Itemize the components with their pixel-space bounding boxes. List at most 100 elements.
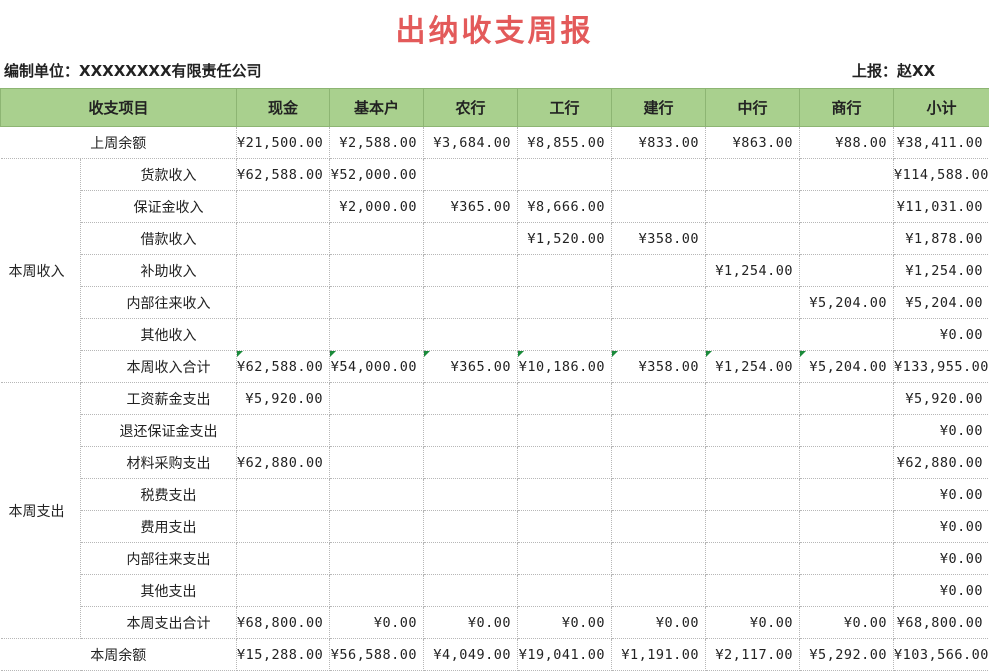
value-cell[interactable]: ¥0.00: [894, 415, 989, 447]
row-label[interactable]: 其他收入: [81, 319, 237, 351]
value-cell[interactable]: [612, 383, 706, 415]
value-cell[interactable]: ¥62,588.00: [237, 159, 330, 191]
value-cell[interactable]: ¥0.00: [894, 319, 989, 351]
value-cell[interactable]: [800, 511, 894, 543]
value-cell[interactable]: [706, 415, 800, 447]
value-cell[interactable]: [612, 511, 706, 543]
value-cell[interactable]: ¥8,666.00: [518, 191, 612, 223]
header-cell-cash[interactable]: 现金: [237, 89, 330, 127]
value-cell[interactable]: ¥1,878.00: [894, 223, 989, 255]
value-cell[interactable]: [424, 511, 518, 543]
value-cell[interactable]: [237, 543, 330, 575]
value-cell[interactable]: [800, 415, 894, 447]
value-cell[interactable]: [424, 319, 518, 351]
value-cell[interactable]: [706, 191, 800, 223]
value-cell[interactable]: [330, 447, 424, 479]
value-cell[interactable]: [706, 287, 800, 319]
value-cell[interactable]: ¥0.00: [894, 575, 989, 607]
value-cell[interactable]: [237, 255, 330, 287]
row-label[interactable]: 本周余额: [1, 639, 237, 671]
value-cell[interactable]: ¥68,800.00: [894, 607, 989, 639]
value-cell[interactable]: ¥5,292.00: [800, 639, 894, 671]
value-cell[interactable]: [706, 223, 800, 255]
value-cell[interactable]: ¥833.00: [612, 127, 706, 159]
value-cell[interactable]: [706, 383, 800, 415]
value-cell[interactable]: [800, 575, 894, 607]
row-label[interactable]: 上周余额: [1, 127, 237, 159]
value-cell[interactable]: [612, 287, 706, 319]
value-cell[interactable]: ¥19,041.00: [518, 639, 612, 671]
value-cell[interactable]: [800, 383, 894, 415]
value-cell[interactable]: ¥62,588.00: [237, 351, 330, 383]
value-cell[interactable]: ¥5,204.00: [894, 287, 989, 319]
value-cell[interactable]: [237, 511, 330, 543]
row-label[interactable]: 保证金收入: [81, 191, 237, 223]
row-label[interactable]: 货款收入: [81, 159, 237, 191]
value-cell[interactable]: [612, 479, 706, 511]
value-cell[interactable]: [424, 543, 518, 575]
value-cell[interactable]: [424, 255, 518, 287]
value-cell[interactable]: [518, 415, 612, 447]
value-cell[interactable]: [330, 543, 424, 575]
row-label[interactable]: 退还保证金支出: [81, 415, 237, 447]
header-cell-abc[interactable]: 农行: [424, 89, 518, 127]
header-cell-subtotal[interactable]: 小计: [894, 89, 989, 127]
value-cell[interactable]: ¥1,191.00: [612, 639, 706, 671]
value-cell[interactable]: ¥1,254.00: [894, 255, 989, 287]
value-cell[interactable]: ¥365.00: [424, 351, 518, 383]
value-cell[interactable]: [330, 287, 424, 319]
value-cell[interactable]: [237, 319, 330, 351]
value-cell[interactable]: ¥1,254.00: [706, 351, 800, 383]
row-label[interactable]: 工资薪金支出: [81, 383, 237, 415]
value-cell[interactable]: ¥0.00: [424, 607, 518, 639]
row-label[interactable]: 补助收入: [81, 255, 237, 287]
value-cell[interactable]: [424, 415, 518, 447]
value-cell[interactable]: ¥1,520.00: [518, 223, 612, 255]
value-cell[interactable]: [237, 479, 330, 511]
value-cell[interactable]: ¥10,186.00: [518, 351, 612, 383]
value-cell[interactable]: [518, 511, 612, 543]
value-cell[interactable]: [330, 255, 424, 287]
header-cell-basic[interactable]: 基本户: [330, 89, 424, 127]
value-cell[interactable]: [612, 255, 706, 287]
value-cell[interactable]: ¥38,411.00: [894, 127, 989, 159]
value-cell[interactable]: ¥68,800.00: [237, 607, 330, 639]
value-cell[interactable]: [424, 159, 518, 191]
value-cell[interactable]: [518, 447, 612, 479]
value-cell[interactable]: ¥4,049.00: [424, 639, 518, 671]
value-cell[interactable]: [706, 479, 800, 511]
value-cell[interactable]: ¥0.00: [518, 607, 612, 639]
value-cell[interactable]: [800, 191, 894, 223]
value-cell[interactable]: ¥2,588.00: [330, 127, 424, 159]
value-cell[interactable]: [612, 191, 706, 223]
value-cell[interactable]: ¥358.00: [612, 223, 706, 255]
income-group-label[interactable]: 本周收入: [1, 159, 81, 383]
row-label[interactable]: 内部往来收入: [81, 287, 237, 319]
value-cell[interactable]: ¥2,117.00: [706, 639, 800, 671]
value-cell[interactable]: ¥0.00: [894, 543, 989, 575]
value-cell[interactable]: ¥15,288.00: [237, 639, 330, 671]
value-cell[interactable]: ¥5,920.00: [894, 383, 989, 415]
value-cell[interactable]: ¥56,588.00: [330, 639, 424, 671]
value-cell[interactable]: ¥114,588.00: [894, 159, 989, 191]
value-cell[interactable]: [518, 575, 612, 607]
value-cell[interactable]: ¥133,955.00: [894, 351, 989, 383]
value-cell[interactable]: ¥0.00: [894, 511, 989, 543]
value-cell[interactable]: ¥0.00: [894, 479, 989, 511]
value-cell[interactable]: [330, 415, 424, 447]
value-cell[interactable]: [330, 383, 424, 415]
value-cell[interactable]: ¥8,855.00: [518, 127, 612, 159]
header-cell-commercial[interactable]: 商行: [800, 89, 894, 127]
value-cell[interactable]: ¥88.00: [800, 127, 894, 159]
value-cell[interactable]: [800, 319, 894, 351]
value-cell[interactable]: [706, 511, 800, 543]
row-label[interactable]: 税费支出: [81, 479, 237, 511]
value-cell[interactable]: [800, 223, 894, 255]
value-cell[interactable]: [518, 287, 612, 319]
value-cell[interactable]: [612, 415, 706, 447]
value-cell[interactable]: ¥62,880.00: [237, 447, 330, 479]
value-cell[interactable]: [237, 287, 330, 319]
value-cell[interactable]: [518, 479, 612, 511]
value-cell[interactable]: [518, 159, 612, 191]
value-cell[interactable]: [612, 159, 706, 191]
